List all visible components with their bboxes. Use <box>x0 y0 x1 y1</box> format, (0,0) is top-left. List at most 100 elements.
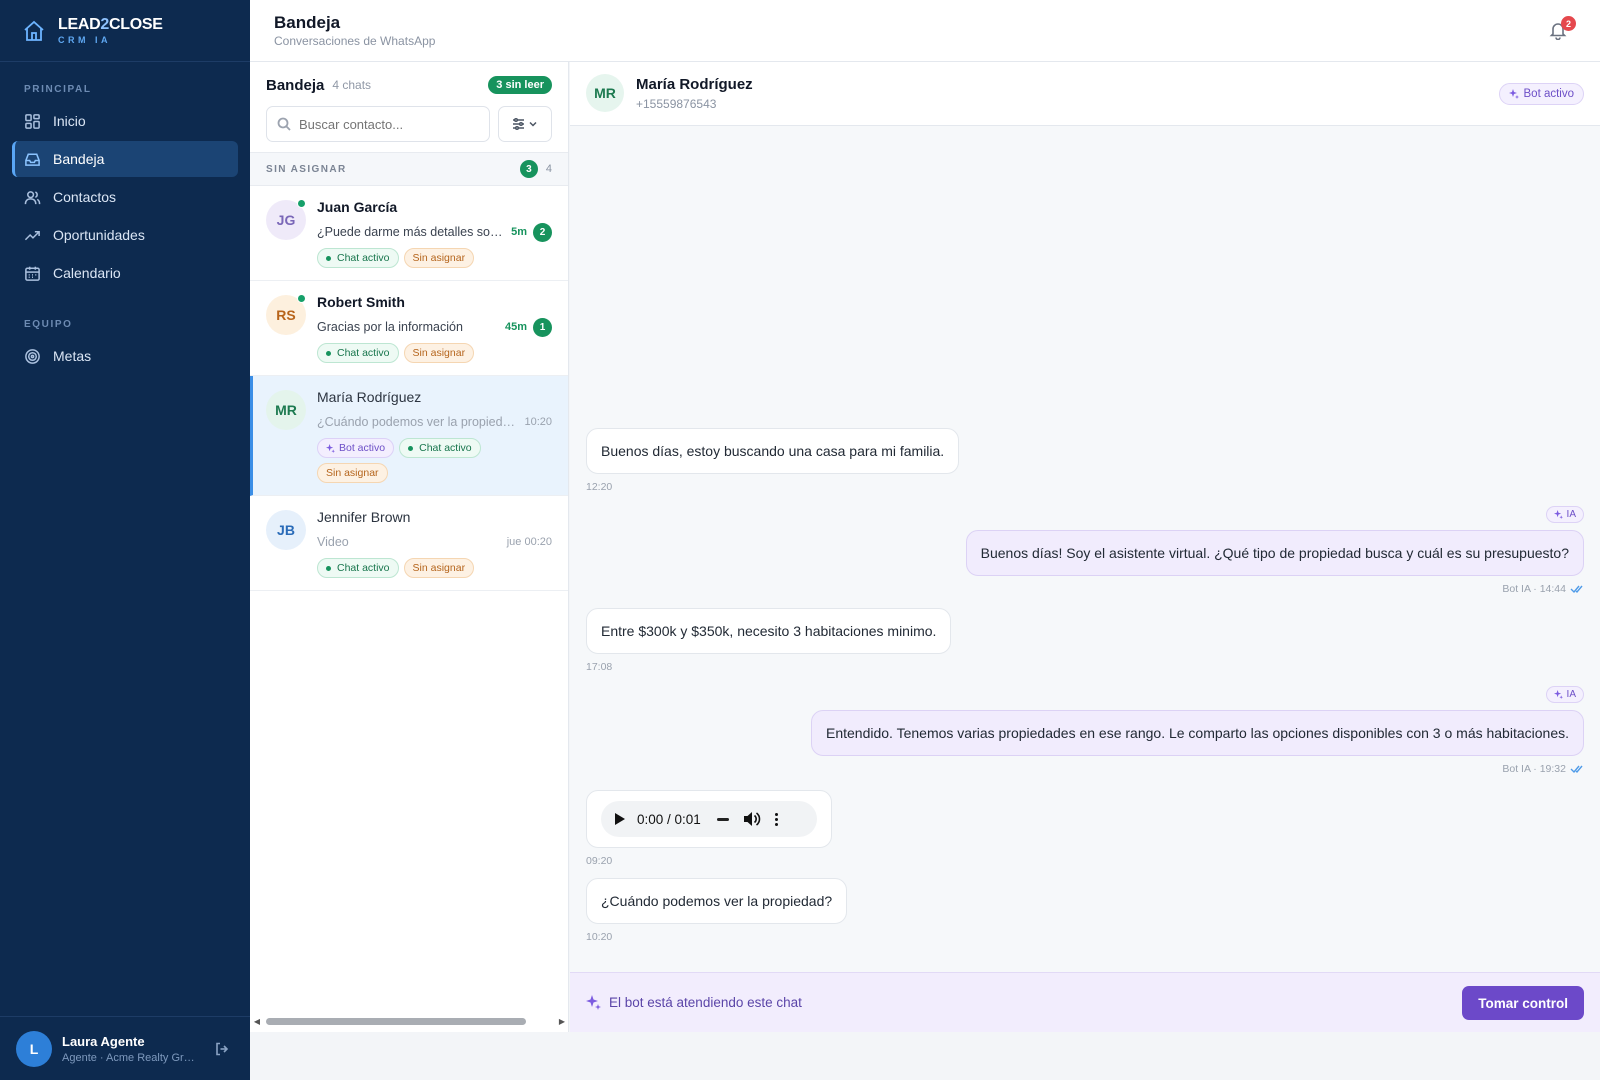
search-input[interactable] <box>299 116 479 132</box>
nav-item-label: Inicio <box>53 113 86 129</box>
nav-item-label: Oportunidades <box>53 227 145 243</box>
conversation-pane: MR María Rodríguez +15559876543 Bot acti… <box>570 62 1600 1032</box>
scrollbar-thumb[interactable] <box>266 1018 526 1025</box>
search-icon <box>277 117 291 131</box>
brand[interactable]: LEAD2CLOSE CRM IA <box>0 0 250 62</box>
users-icon <box>24 190 41 204</box>
group-label: SIN ASIGNAR <box>266 163 347 175</box>
message-time: 10:20 <box>586 931 613 943</box>
user-profile[interactable]: L Laura Agente Agente · Acme Realty Grou… <box>0 1016 250 1080</box>
tag-unassigned: Sin asignar <box>403 343 475 363</box>
bot-status-bar: El bot está atendiendo este chat Tomar c… <box>570 972 1600 1032</box>
contact-name: Jennifer Brown <box>317 509 411 525</box>
tag-chat-active: Chat activo <box>399 438 481 458</box>
logout-icon[interactable] <box>214 1041 230 1057</box>
chat-item-juan-garcia[interactable]: JG Juan García ¿Puede darme más detalles… <box>250 186 568 281</box>
online-indicator <box>297 199 306 208</box>
sparkle-icon <box>1508 89 1519 99</box>
sparkle-icon <box>1553 690 1563 699</box>
chat-item-maria-rodriguez[interactable]: MR María Rodríguez ¿Cuándo podemos ver l… <box>250 376 568 496</box>
message-outgoing: IA Entendido. Tenemos varias propiedades… <box>811 686 1584 775</box>
audio-player: 0:00 / 0:01 <box>601 801 817 837</box>
tag-unassigned: Sin asignar <box>317 463 388 483</box>
contact-phone: +15559876543 <box>636 97 717 111</box>
message-time: 12:20 <box>586 481 613 493</box>
scroll-right-arrow-icon[interactable]: ▶ <box>555 1017 569 1026</box>
bot-status-text: El bot está atendiendo este chat <box>609 995 802 1010</box>
contact-name: Robert Smith <box>317 294 405 310</box>
avatar: MR <box>586 74 624 112</box>
unread-count-badge: 2 <box>533 222 552 242</box>
sparkle-icon <box>1553 510 1563 519</box>
nav-item-metas[interactable]: Metas <box>12 338 238 374</box>
chat-list-title: Bandeja <box>266 76 325 94</box>
scroll-left-arrow-icon[interactable]: ◀ <box>250 1017 264 1026</box>
volume-icon[interactable] <box>743 811 761 827</box>
unread-badge: 3 sin leer <box>488 76 552 94</box>
target-icon <box>25 348 40 364</box>
nav-item-oportunidades[interactable]: Oportunidades <box>12 217 238 253</box>
group-header-unassigned[interactable]: SIN ASIGNAR 3 4 <box>250 152 568 186</box>
message-outgoing: IA Buenos días! Soy el asistente virtual… <box>965 506 1584 595</box>
tag-chat-active: Chat activo <box>317 343 399 363</box>
notification-badge: 2 <box>1561 16 1576 31</box>
contact-name: Juan García <box>317 199 398 215</box>
chat-list-pane: Bandeja 4 chats 3 sin leer SIN ASIGNAR 3… <box>250 62 569 1032</box>
grid-icon <box>25 113 40 129</box>
contact-name: María Rodríguez <box>636 76 753 93</box>
message-time: 09:20 <box>586 855 613 867</box>
double-check-icon <box>1570 765 1583 774</box>
calendar-icon <box>25 266 40 281</box>
filter-button[interactable] <box>498 106 552 142</box>
horizontal-scrollbar[interactable]: ◀ ▶ <box>250 1014 569 1028</box>
message-incoming: Entre $300k y $350k, necesito 3 habitaci… <box>586 608 952 673</box>
nav-item-label: Bandeja <box>53 151 105 167</box>
nav-item-inicio[interactable]: Inicio <box>12 103 238 139</box>
home-logo-icon <box>24 20 44 41</box>
filter-sliders-icon <box>513 117 537 131</box>
contact-name: María Rodríguez <box>317 389 422 405</box>
message-incoming: ¿Cuándo podemos ver la propiedad? 10:20 <box>586 878 848 943</box>
ia-badge: IA <box>1545 506 1584 523</box>
bot-status-badge[interactable]: Bot activo <box>1498 83 1584 105</box>
conversation-header: MR María Rodríguez +15559876543 Bot acti… <box>570 62 1600 126</box>
message-text: ¿Cuándo podemos ver la propiedad? <box>586 878 848 924</box>
chat-item-robert-smith[interactable]: RS Robert Smith Gracias por la informaci… <box>250 281 568 376</box>
play-icon[interactable] <box>615 813 625 825</box>
nav-item-contactos[interactable]: Contactos <box>12 179 238 215</box>
tag-chat-active: Chat activo <box>317 248 399 268</box>
message-time: jue 00:20 <box>506 536 552 548</box>
tag-chat-active: Chat activo <box>317 558 399 578</box>
unread-count-badge: 1 <box>533 317 552 337</box>
avatar: L <box>16 1030 52 1067</box>
chat-item-jennifer-brown[interactable]: JB Jennifer Brown Video jue 00:20 Chat a… <box>250 496 568 591</box>
avatar: MR <box>266 390 306 430</box>
search-box <box>266 106 491 142</box>
take-control-button[interactable]: Tomar control <box>1462 986 1584 1020</box>
tag-unassigned: Sin asignar <box>403 248 475 268</box>
more-options-icon[interactable] <box>774 812 778 826</box>
nav-item-calendario[interactable]: Calendario <box>12 255 238 291</box>
nav-item-label: Calendario <box>53 265 121 281</box>
sparkle-icon <box>586 995 601 1010</box>
message-text: Buenos días, estoy buscando una casa par… <box>586 428 960 474</box>
online-indicator <box>297 294 306 303</box>
avatar: JB <box>266 510 306 550</box>
message-preview: Video <box>317 535 349 549</box>
message-text: Buenos días! Soy el asistente virtual. ¿… <box>965 530 1584 576</box>
sidebar: LEAD2CLOSE CRM IA PRINCIPAL Inicio Bande… <box>0 0 250 1080</box>
message-preview: Gracias por la información <box>317 320 463 334</box>
message-time: 45m <box>504 321 527 333</box>
message-meta: Bot IA · 14:44 <box>966 583 1584 595</box>
message-preview: ¿Cuándo podemos ver la propiedad? <box>317 415 517 429</box>
message-incoming-audio: 0:00 / 0:01 09:20 <box>586 790 832 867</box>
chat-count: 4 chats <box>332 78 372 92</box>
message-time: 10:20 <box>524 416 552 428</box>
brand-tagline: CRM IA <box>58 35 111 45</box>
user-role: Agente · Acme Realty Group <box>62 1051 197 1064</box>
nav-item-label: Contactos <box>53 189 117 205</box>
nav-item-bandeja[interactable]: Bandeja <box>12 141 238 177</box>
user-name: Laura Agente <box>62 1033 145 1049</box>
trend-icon <box>24 230 40 240</box>
audio-progress-bar[interactable] <box>716 817 729 821</box>
